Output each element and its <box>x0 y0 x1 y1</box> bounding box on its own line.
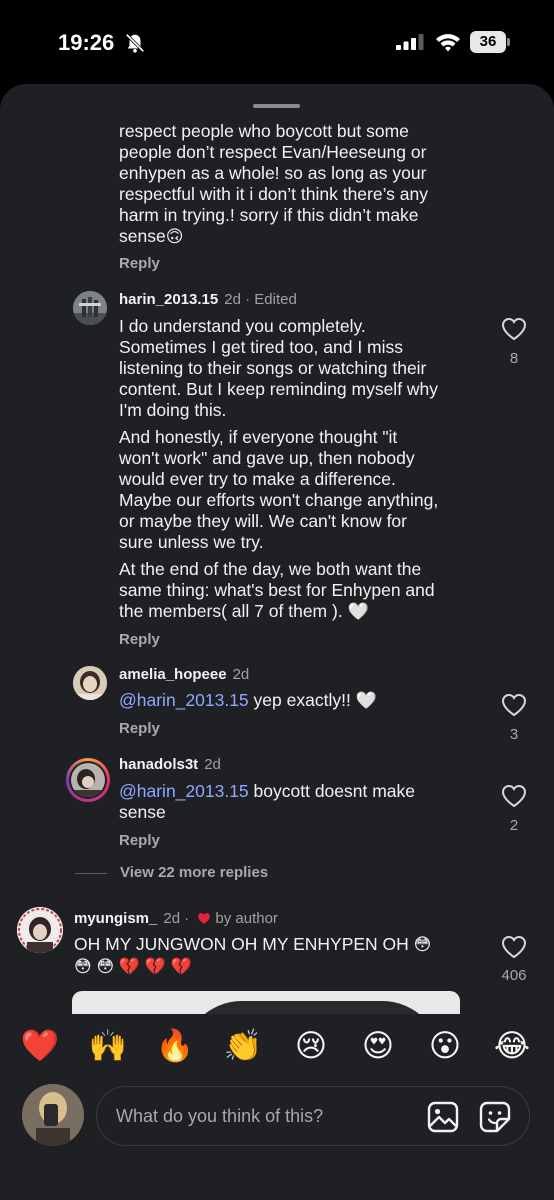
comment-text-line: won't work" and gave up, then nobody <box>119 448 415 468</box>
comment-meta: 2d · <box>163 910 190 927</box>
reply-button[interactable]: Reply <box>119 255 160 272</box>
white-heart-emoji: 🤍 <box>355 691 377 710</box>
avatar[interactable] <box>73 291 107 325</box>
comment-text-line: And honestly, if everyone thought "it <box>119 427 398 447</box>
like-heart-icon[interactable] <box>501 784 527 808</box>
battery-indicator: 36 <box>470 31 510 53</box>
comment-text-line: Maybe our efforts won't change anything, <box>119 490 439 510</box>
comment-text-line: respect people who boycott but some <box>119 121 409 141</box>
sticker-icon[interactable] <box>479 1101 511 1133</box>
comment-text-line: @harin_2013.15 yep exactly!! 🤍 <box>119 690 377 712</box>
comment-meta: 2d <box>204 756 221 773</box>
image-picker-icon[interactable] <box>427 1101 459 1133</box>
view-more-divider <box>75 873 107 874</box>
username-text[interactable]: amelia_hopeee <box>119 666 227 683</box>
comment-meta: 2d <box>232 666 250 683</box>
avatar-image <box>22 1084 84 1146</box>
comment-text-line: listening to their songs or watching the… <box>119 358 427 378</box>
like-count: 406 <box>501 967 527 984</box>
comment-text-line: @harin_2013.15 boycott doesnt make <box>119 781 415 803</box>
avatar[interactable] <box>73 666 107 700</box>
comment-text-fragment: the members( all 7 of them ). <box>119 601 348 621</box>
emoji-sequence: 😳 😳 💔 💔 💔 <box>74 957 192 976</box>
comment-text-fragment: boycott doesnt make <box>248 781 416 801</box>
bell-off-icon <box>125 33 145 53</box>
comment-username[interactable]: myungism_ 2d · by author <box>74 910 278 927</box>
comment-username[interactable]: hanadols3t 2d <box>119 756 221 773</box>
mention-link[interactable]: @harin_2013.15 <box>119 781 249 801</box>
reaction-heart-eyes[interactable]: 😍 <box>356 1026 400 1066</box>
comment-text-line: respectful with it i don’t think there’s… <box>119 184 429 204</box>
comment-text-line: enhypen as a whole! so as long as your <box>119 163 427 183</box>
avatar-image <box>73 666 107 700</box>
username-text[interactable]: myungism_ <box>74 910 157 927</box>
comment-text-line: or maybe they will. We can't know for <box>119 511 407 531</box>
avatar-image <box>17 907 63 953</box>
reaction-crying-face[interactable]: 😢 <box>289 1026 333 1066</box>
comment-text-line: Sometimes I get tired too, and I miss <box>119 337 404 357</box>
reaction-clapping-hands[interactable]: 👏 <box>221 1026 265 1066</box>
flushed-face-emoji: 😳 <box>413 935 432 954</box>
reply-button[interactable]: Reply <box>119 631 160 648</box>
comment-username[interactable]: harin_2013.15 2d · Edited <box>119 291 297 308</box>
avatar-image <box>73 291 107 325</box>
view-more-replies-button[interactable]: View 22 more replies <box>120 864 268 881</box>
quick-reactions-row: ❤️ 🙌 🔥 👏 😢 😍 😮 😂 <box>0 1026 554 1070</box>
comment-composer-bar: ❤️ 🙌 🔥 👏 😢 😍 😮 😂 What do you think of th… <box>0 1014 554 1200</box>
comment-text-line: sense <box>119 802 166 822</box>
upside-down-face-emoji: 🙃 <box>165 227 184 246</box>
like-count: 8 <box>509 350 519 367</box>
comment-input[interactable]: What do you think of this? <box>96 1086 530 1146</box>
comment-text-line: same thing: what's best for Enhypen and <box>119 580 435 600</box>
comment-username[interactable]: amelia_hopeee 2d <box>119 666 249 683</box>
comment-text-line: sense🙃 <box>119 226 183 248</box>
reaction-laughing-face[interactable]: 😂 <box>490 1026 534 1066</box>
comment-text-fragment: OH MY JUNGWON OH MY ENHYPEN OH <box>74 934 414 954</box>
like-heart-icon[interactable] <box>501 935 527 959</box>
reply-button[interactable]: Reply <box>119 832 160 849</box>
username-text[interactable]: harin_2013.15 <box>119 291 218 308</box>
reaction-red-heart[interactable]: ❤️ <box>18 1026 62 1066</box>
cellular-signal-icon <box>396 34 424 50</box>
comment-input-placeholder: What do you think of this? <box>116 1106 324 1126</box>
comment-meta: 2d · Edited <box>224 291 297 308</box>
comment-text-line: the members( all 7 of them ). 🤍 <box>119 601 369 623</box>
comment-text-line: content. But I keep reminding myself why <box>119 379 439 399</box>
avatar-image <box>71 763 105 797</box>
like-heart-icon[interactable] <box>501 317 527 341</box>
username-text[interactable]: hanadols3t <box>119 756 198 773</box>
comment-text-line: 😳 😳 💔 💔 💔 <box>74 956 192 978</box>
like-count: 2 <box>509 817 519 834</box>
avatar-story-ring[interactable] <box>66 758 110 802</box>
like-count: 3 <box>509 726 519 743</box>
liked-by-author-heart-icon <box>198 913 211 924</box>
avatar[interactable] <box>17 907 63 953</box>
comment-text-line: I do understand you completely. <box>119 316 366 336</box>
battery-level: 36 <box>470 31 506 53</box>
reaction-fire[interactable]: 🔥 <box>153 1026 197 1066</box>
comment-text-line: At the end of the day, we both want the <box>119 559 422 579</box>
current-user-avatar <box>22 1084 84 1146</box>
comment-text-line: sure unless we try. <box>119 532 264 552</box>
comment-text-line: harm in trying.! sorry if this didn’t ma… <box>119 205 419 225</box>
comment-text-fragment: yep exactly!! <box>248 690 356 710</box>
white-heart-emoji: 🤍 <box>347 602 369 621</box>
status-bar: 19:26 36 <box>0 0 554 84</box>
reply-button[interactable]: Reply <box>119 720 160 737</box>
comment-text-line: OH MY JUNGWON OH MY ENHYPEN OH 😳 <box>74 934 431 956</box>
status-time: 19:26 <box>58 30 115 55</box>
by-author-label: by author <box>215 910 278 927</box>
like-heart-icon[interactable] <box>501 693 527 717</box>
reaction-surprised-face[interactable]: 😮 <box>423 1026 467 1066</box>
comment-text-line: I'm doing this. <box>119 400 227 420</box>
comment-text-fragment: sense <box>119 226 166 246</box>
wifi-icon <box>436 34 460 52</box>
battery-tip <box>507 38 510 46</box>
sheet-grabber[interactable] <box>253 104 300 108</box>
comment-text-line: people don’t respect Evan/Heeseung or <box>119 142 427 162</box>
comment-text-line: would ever try to make a difference. <box>119 469 396 489</box>
mention-link[interactable]: @harin_2013.15 <box>119 690 249 710</box>
reaction-raising-hands[interactable]: 🙌 <box>86 1026 130 1066</box>
